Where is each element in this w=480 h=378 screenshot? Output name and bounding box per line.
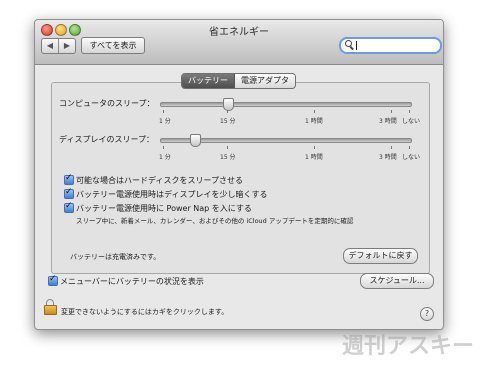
tab-power-adapter[interactable]: 電源アダプタ — [235, 74, 295, 88]
power-nap-description: スリープ中に、新着メール、カレンダー、およびその他の iCloud アップデート… — [76, 217, 354, 225]
menubar-battery-checkbox[interactable] — [48, 274, 58, 286]
tick-label: しない — [402, 118, 421, 125]
computer-sleep-label: コンピュータのスリープ： — [59, 99, 155, 108]
search-icon — [345, 40, 352, 47]
tick — [314, 110, 315, 113]
help-button[interactable]: ? — [420, 307, 434, 321]
hard-disk-sleep-checkbox[interactable] — [64, 173, 74, 185]
forward-button[interactable]: ▶ — [59, 39, 75, 53]
tick-label: しない — [402, 154, 421, 161]
tick — [227, 146, 228, 149]
lock-icon[interactable] — [44, 299, 57, 315]
tab-bar: バッテリー 電源アダプタ — [181, 73, 296, 89]
text-caret — [356, 41, 357, 50]
display-sleep-label: ディスプレイのスリープ： — [59, 135, 154, 144]
tick — [409, 110, 410, 113]
nav-segment: ◀ ▶ — [41, 38, 76, 54]
tick-label: 15 分 — [220, 118, 236, 125]
tick-label: 1 時間 — [305, 118, 323, 125]
computer-sleep-track[interactable] — [160, 102, 412, 107]
display-sleep-knob[interactable] — [190, 134, 201, 147]
hard-disk-sleep-label: 可能な場合はハードディスクをスリープさせる — [76, 176, 243, 185]
menubar-battery-label: メニューバーにバッテリーの状況を表示 — [60, 277, 204, 286]
show-all-button[interactable]: すべてを表示 — [81, 37, 145, 54]
computer-sleep-knob[interactable] — [223, 98, 234, 111]
dim-display-checkbox[interactable] — [64, 187, 74, 199]
tab-battery[interactable]: バッテリー — [182, 74, 235, 88]
lock-body — [44, 305, 57, 315]
tick — [391, 110, 392, 113]
back-button[interactable]: ◀ — [42, 39, 59, 53]
search-input[interactable] — [339, 37, 442, 54]
window-title: 省エネルギー — [209, 27, 269, 38]
tick — [391, 146, 392, 149]
energy-saver-window: 省エネルギー ◀ ▶ すべてを表示 バッテリー 電源アダプタ コンピュータのスリ… — [34, 19, 444, 330]
tick-label: 1 分 — [159, 154, 171, 161]
tick — [163, 110, 164, 113]
tick — [314, 146, 315, 149]
lock-instruction-text: 変更できないようにするにはカギをクリックします。 — [61, 308, 229, 316]
tick — [227, 110, 228, 113]
tick-label: 3 時間 — [379, 118, 397, 125]
title-bar: 省エネルギー ◀ ▶ すべてを表示 — [35, 20, 443, 65]
dim-display-label: バッテリー電源使用時はディスプレイを少し暗くする — [76, 190, 268, 199]
restore-defaults-button[interactable]: デフォルトに戻す — [343, 248, 418, 264]
schedule-button[interactable]: スケジュール... — [360, 273, 434, 289]
tick-label: 15 分 — [220, 154, 236, 161]
power-nap-checkbox[interactable] — [64, 201, 74, 213]
tick-label: 1 時間 — [305, 154, 323, 161]
tick-label: 1 分 — [159, 118, 171, 125]
tick-label: 3 時間 — [379, 154, 397, 161]
tick — [409, 146, 410, 149]
power-nap-label: バッテリー電源使用時に Power Nap を入にする — [76, 204, 252, 213]
battery-status-text: バッテリーは充電済みです。 — [70, 253, 161, 261]
watermark: 週刊アスキー — [342, 334, 475, 359]
tick — [163, 146, 164, 149]
